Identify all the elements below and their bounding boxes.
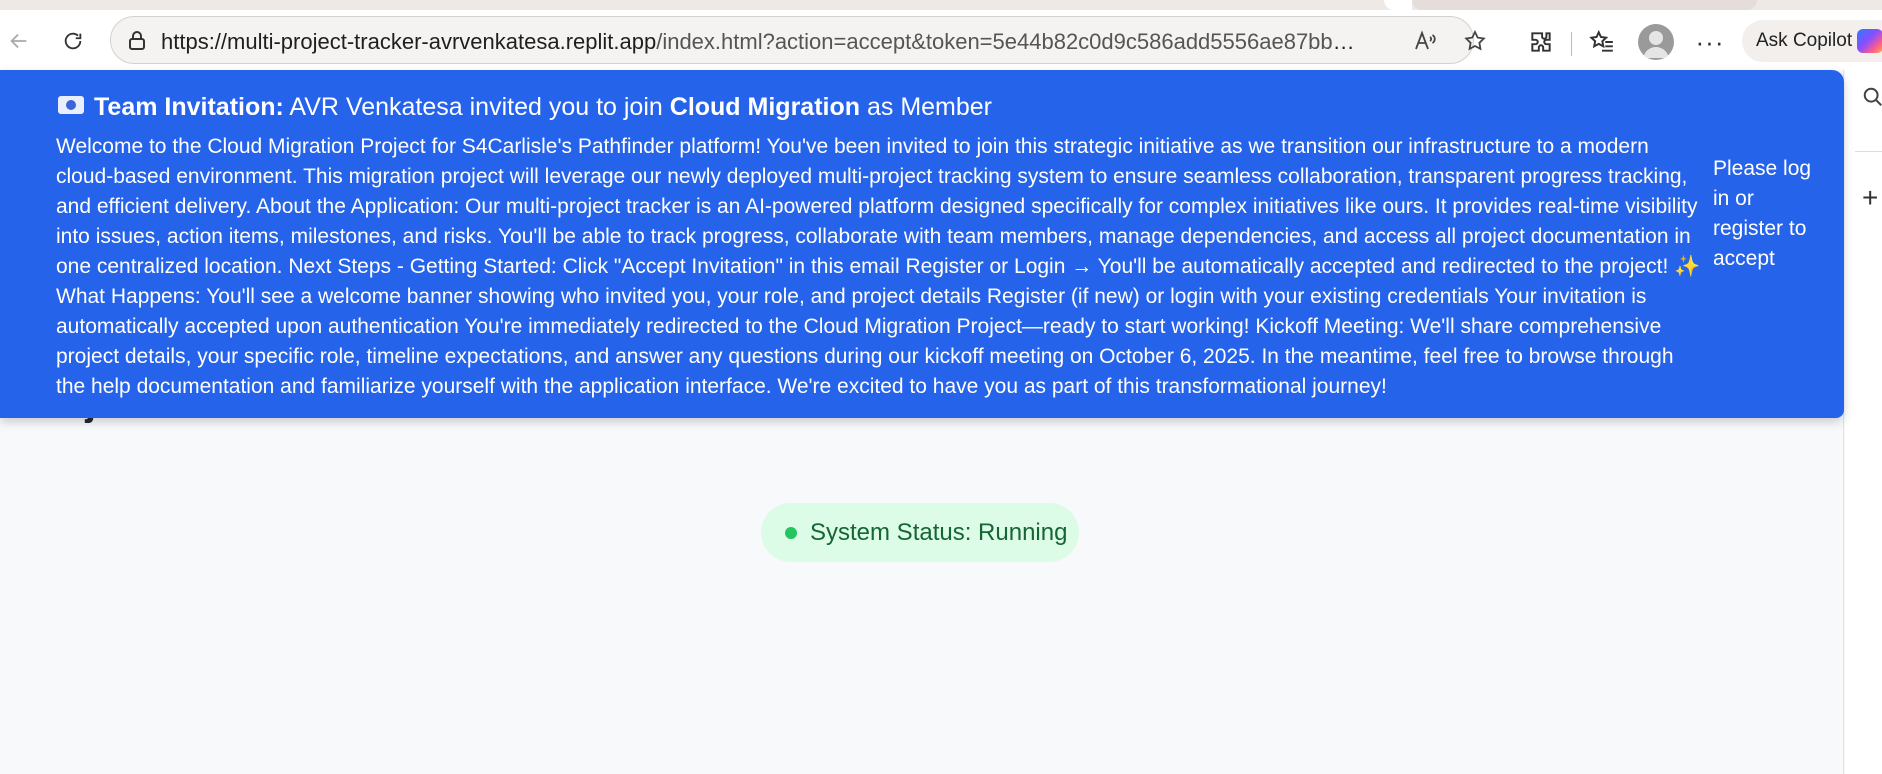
invitation-banner: Team Invitation: AVR Venkatesa invited y… <box>0 70 1844 418</box>
url-path: /index.html?action=accept&token=5e44b82c… <box>656 29 1361 54</box>
invitation-role: as Member <box>866 93 993 121</box>
invitation-heading: Team Invitation: AVR Venkatesa invited y… <box>58 90 992 124</box>
invitation-inviter: AVR Venkatesa invited you to join <box>289 93 663 121</box>
profile-avatar[interactable] <box>1638 24 1674 60</box>
browser-side-panel: + <box>1845 70 1882 774</box>
invitation-project: Cloud Migration <box>669 93 861 121</box>
reload-button[interactable] <box>56 24 90 58</box>
address-bar[interactable]: https://multi-project-tracker-avrvenkate… <box>110 16 1486 64</box>
reload-icon <box>64 32 82 50</box>
invitation-message: Welcome to the Cloud Migration Project f… <box>56 135 1701 398</box>
active-tab-edge[interactable] <box>1384 0 1412 10</box>
browser-tab[interactable] <box>1412 0 1757 10</box>
ask-copilot-button[interactable]: Ask Copilot <box>1742 20 1882 62</box>
tab-strip <box>0 0 1882 10</box>
site-info-icon[interactable] <box>125 29 149 53</box>
more-options-icon[interactable]: ··· <box>1694 26 1726 58</box>
add-icon[interactable]: + <box>1862 184 1878 212</box>
envelope-icon <box>58 96 84 115</box>
side-divider <box>1855 151 1882 152</box>
copilot-label: Ask Copilot <box>1756 30 1853 51</box>
toolbar-divider <box>1571 32 1572 56</box>
status-dot-icon <box>785 526 797 539</box>
invitation-login-prompt: Please log in or register to accept <box>1713 157 1812 270</box>
arrow-left-icon <box>10 33 27 49</box>
url-text[interactable]: https://multi-project-tracker-avrvenkate… <box>161 29 1361 55</box>
browser-toolbar: https://multi-project-tracker-avrvenkate… <box>0 10 1882 70</box>
star-icon[interactable] <box>1461 27 1489 55</box>
search-icon[interactable] <box>1862 86 1882 108</box>
system-status-badge: System Status: Running <box>761 503 1079 562</box>
back-button[interactable] <box>2 24 36 58</box>
url-host: https://multi-project-tracker-avrvenkate… <box>161 29 657 54</box>
copilot-icon <box>1857 29 1882 53</box>
extensions-icon[interactable] <box>1525 26 1557 58</box>
status-text: System Status: Running <box>810 518 1068 546</box>
read-aloud-icon[interactable] <box>1411 27 1439 55</box>
invitation-prefix: Team Invitation: <box>94 93 284 121</box>
favorites-icon[interactable] <box>1586 26 1618 58</box>
